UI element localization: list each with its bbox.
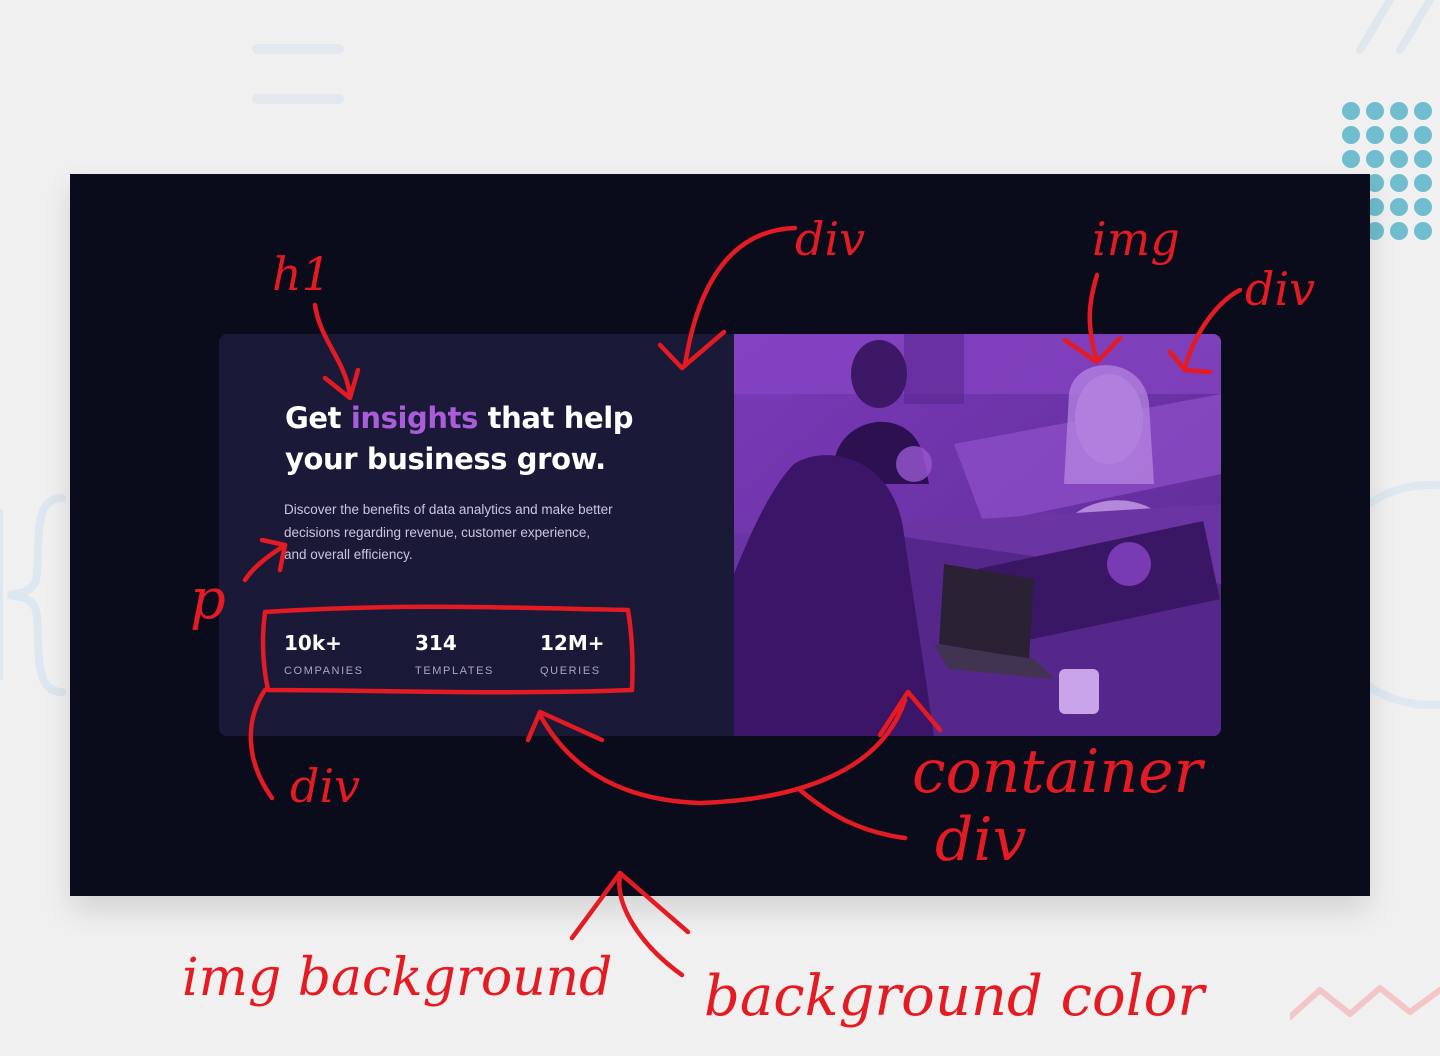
decor-dot: [1414, 150, 1432, 168]
stat-value: 12M+: [540, 631, 605, 655]
hero-text-panel: Get insights that help your business gro…: [219, 334, 734, 736]
preview-frame: Get insights that help your business gro…: [70, 174, 1370, 896]
hero-card: Get insights that help your business gro…: [219, 334, 1221, 736]
decor-slashes: [1356, 0, 1434, 54]
decor-dot: [1390, 198, 1408, 216]
decor-dot: [1414, 126, 1432, 144]
decor-dot: [1390, 222, 1408, 240]
decor-dot: [1342, 150, 1360, 168]
decor-dot: [1414, 222, 1432, 240]
hero-description: Discover the benefits of data analytics …: [284, 502, 613, 562]
decor-brace: [0, 494, 66, 696]
decor-dot: [1390, 126, 1408, 144]
label-background-color: background color: [704, 964, 1207, 1029]
headline-highlight: insights: [350, 401, 479, 435]
decor-dot: [1414, 198, 1432, 216]
decor-dot: [1414, 102, 1432, 120]
decor-dot: [1366, 126, 1384, 144]
hero-headline: Get insights that help your business gro…: [285, 398, 665, 480]
decor-dot: [1342, 126, 1360, 144]
label-img-background: img background: [182, 948, 612, 1008]
photo-illustration: [734, 334, 1221, 736]
decor-dot: [1390, 102, 1408, 120]
office-team-photo: [734, 334, 1221, 736]
decor-zigzag: [1290, 985, 1440, 1020]
stat-label: QUERIES: [540, 665, 601, 677]
headline-start: Get: [285, 401, 351, 435]
stat-value: 10k+: [284, 631, 342, 655]
stat-templates: 314 TEMPLATES: [415, 630, 494, 677]
stat-value: 314: [415, 631, 457, 655]
decor-dot: [1414, 174, 1432, 192]
decor-dot: [1390, 150, 1408, 168]
decor-lines: [252, 44, 346, 108]
decor-dot: [1342, 102, 1360, 120]
decor-dot: [1366, 102, 1384, 120]
stats-row: 10k+ COMPANIES 314 TEMPLATES 12M+ QUERIE…: [284, 630, 629, 690]
stat-label: COMPANIES: [284, 665, 364, 677]
decor-dot: [1390, 174, 1408, 192]
stat-queries: 12M+ QUERIES: [540, 630, 605, 677]
decor-dot: [1366, 150, 1384, 168]
stat-companies: 10k+ COMPANIES: [284, 630, 364, 677]
stat-label: TEMPLATES: [415, 665, 494, 677]
